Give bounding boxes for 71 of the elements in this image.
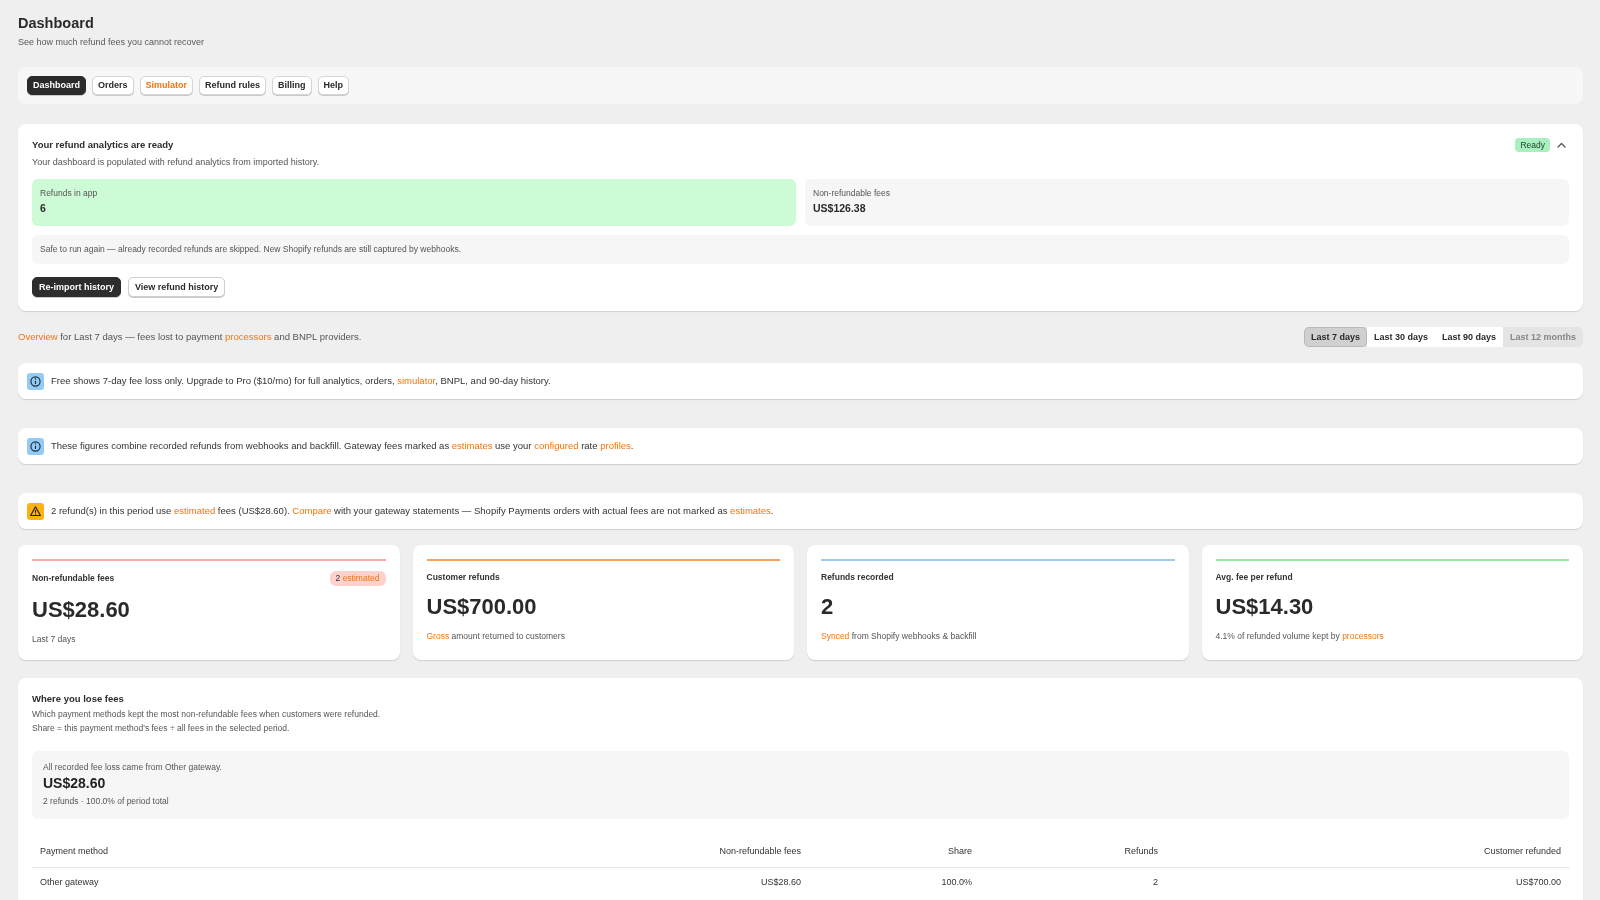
- note-text: Safe to run again — already recorded refunds are skipped. New Shopify refunds are still captured by webhooks.: [32, 235, 1569, 264]
- text-link[interactable]: Compare: [292, 505, 332, 516]
- status-badge: Ready: [1515, 138, 1550, 152]
- stat-label: Non-refundable fees: [32, 572, 115, 584]
- period-option[interactable]: Last 7 days: [1303, 327, 1367, 347]
- banner-text: 2 refund(s) in this period use estimated fees (US$28.60). Compare with your gateway statements — Shopify Payments orders with actual fees are not marked as estimates.: [51, 504, 774, 518]
- estimate-badge: 2 estimated: [329, 570, 386, 586]
- card-description: Your dashboard is populated with refund analytics from imported history.: [32, 156, 321, 168]
- metric-value: 6: [40, 201, 46, 215]
- formula-note: Share = this payment method's fees ÷ all fees in the selected period.: [32, 721, 291, 735]
- metric-label: Refunds in app: [40, 187, 98, 199]
- stat-label: Refunds recorded: [821, 570, 894, 583]
- text-link[interactable]: estimated: [342, 572, 380, 583]
- nav-tab[interactable]: Orders: [92, 76, 134, 95]
- text-link[interactable]: estimated: [174, 505, 216, 516]
- metric-label: Non-refundable fees: [813, 187, 891, 199]
- page-title: Dashboard: [18, 15, 95, 32]
- page-subtitle: See how much refund fees you cannot recover: [18, 36, 206, 48]
- stat-value: US$14.30: [1215, 593, 1314, 620]
- nav-tab[interactable]: Help: [317, 76, 350, 95]
- column-header: Refunds: [980, 834, 1166, 868]
- text-link[interactable]: processors: [1342, 630, 1384, 641]
- period-option[interactable]: Last 30 days: [1366, 327, 1435, 347]
- nav-tab[interactable]: Dashboard: [27, 76, 86, 95]
- stat-caption: Gross amount returned to customers: [426, 629, 565, 642]
- section-title: Where you lose fees: [32, 691, 125, 706]
- section-description: Which payment methods kept the most non-refundable fees when customers were refunded.: [32, 707, 382, 720]
- text-link[interactable]: simulator: [397, 375, 436, 386]
- info-icon: [27, 372, 44, 390]
- text-link[interactable]: processors: [225, 331, 272, 342]
- text-link[interactable]: estimates: [451, 440, 493, 451]
- overview-text: Overview for Last 7 days — fees lost to payment processors and BNPL providers.: [18, 330, 362, 344]
- summary-caption: All recorded fee loss came from Other gateway.: [43, 760, 222, 773]
- nav-tab[interactable]: Refund rules: [199, 76, 267, 95]
- warning-icon: [27, 502, 44, 520]
- stat-value: US$28.60: [32, 596, 130, 623]
- chevron-up-icon[interactable]: [1557, 142, 1566, 148]
- stat-caption: Synced from Shopify webhooks & backfill: [821, 629, 977, 642]
- banner-text: These figures combine recorded refunds from webhooks and backfill. Gateway fees marked as estimates use your configured rate profiles.: [51, 439, 634, 453]
- stat-value: 2: [821, 593, 834, 620]
- column-header: Payment method: [32, 834, 492, 868]
- table-cell-text: US$700.00: [1514, 875, 1562, 889]
- text-link[interactable]: estimates: [730, 505, 771, 516]
- table-cell-text: US$28.60: [759, 875, 802, 889]
- metric-value: US$126.38: [813, 201, 866, 215]
- nav-tab[interactable]: Billing: [272, 76, 312, 95]
- info-icon: [27, 437, 44, 455]
- stat-label: Avg. fee per refund: [1215, 570, 1293, 583]
- table-cell-text: 100.0%: [940, 875, 973, 889]
- text-link[interactable]: Gross: [426, 630, 450, 641]
- stat-caption: Last 7 days: [32, 632, 76, 645]
- table-cell-text: 2: [1152, 875, 1159, 889]
- nav-tab[interactable]: Simulator: [139, 76, 194, 95]
- summary-detail: 2 refunds · 100.0% of period total: [43, 794, 169, 807]
- stat-caption: 4.1% of refunded volume kept by processors: [1215, 629, 1384, 642]
- action-button[interactable]: Re-import history: [32, 277, 121, 297]
- column-header: Non-refundable fees: [492, 834, 809, 868]
- text-link[interactable]: Synced: [821, 630, 850, 641]
- banner-text: Free shows 7-day fee loss only. Upgrade to Pro ($10/mo) for full analytics, orders, simulator, BNPL, and 90-day history.: [51, 374, 551, 388]
- card-title: Your refund analytics are ready: [32, 138, 175, 152]
- column-header: Share: [809, 834, 980, 868]
- stat-value: US$700.00: [426, 593, 537, 620]
- stat-label: Customer refunds: [426, 570, 500, 583]
- table-cell-text: Other gateway: [39, 875, 100, 889]
- column-header: Customer refunded: [1166, 834, 1569, 868]
- text-link[interactable]: profiles: [600, 440, 631, 451]
- text-link[interactable]: configured: [534, 440, 579, 451]
- period-option[interactable]: Last 90 days: [1434, 327, 1503, 347]
- text-link[interactable]: Overview: [18, 331, 58, 342]
- action-button[interactable]: View refund history: [128, 277, 226, 297]
- summary-amount: US$28.60: [43, 773, 106, 792]
